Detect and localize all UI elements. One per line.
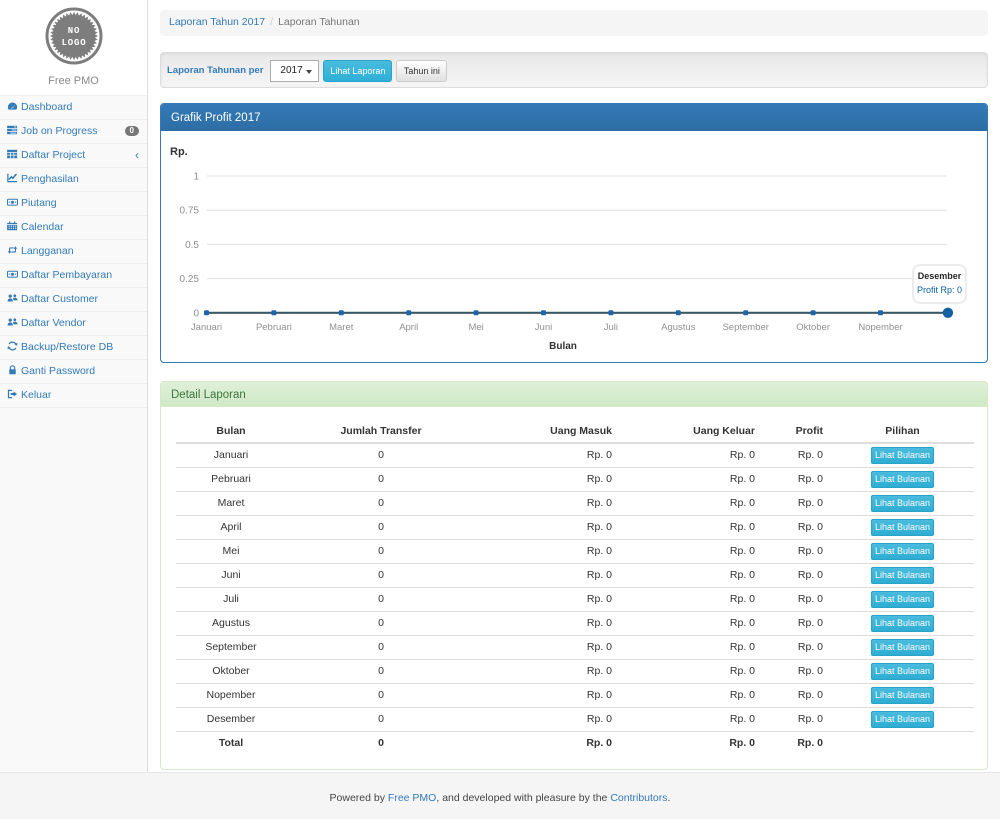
svg-text:1: 1 [193,172,199,183]
svg-text:Oktober: Oktober [796,322,830,333]
svg-text:Juli: Juli [604,322,618,333]
svg-text:Juni: Juni [535,322,552,333]
svg-text:Januari: Januari [191,322,222,333]
svg-text:Maret: Maret [329,322,354,333]
svg-text:0.25: 0.25 [180,274,200,285]
svg-text:Nopember: Nopember [858,322,902,333]
svg-text:0: 0 [193,308,199,319]
svg-text:April: April [399,322,418,333]
svg-text:0.75: 0.75 [180,206,200,217]
svg-text:0.5: 0.5 [185,240,199,251]
svg-text:September: September [722,322,768,333]
svg-text:Pebruari: Pebruari [256,322,292,333]
svg-text:Rp.: Rp. [170,146,188,158]
svg-text:Mei: Mei [468,322,483,333]
svg-text:LOGO: LOGO [61,38,86,48]
svg-text:Bulan: Bulan [549,341,577,352]
svg-text:Agustus: Agustus [661,322,696,333]
svg-text:NO: NO [67,26,79,36]
